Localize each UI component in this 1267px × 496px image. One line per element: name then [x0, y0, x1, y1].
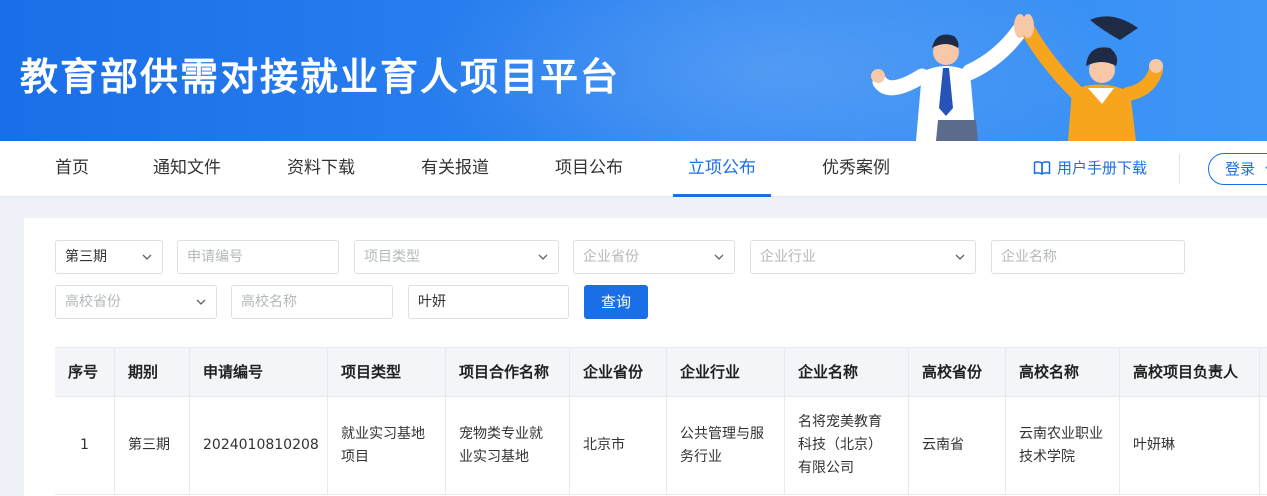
- table-header: 序号 期别 申请编号 项目类型 项目合作名称 企业省份 企业行业 企业名称 高校…: [55, 347, 1267, 397]
- project-type-placeholder: 项目类型: [364, 249, 420, 265]
- cell-school-name: 云南农业职业技术学院: [1006, 397, 1120, 494]
- chevron-down-icon: [714, 254, 724, 260]
- query-button[interactable]: 查询: [584, 285, 648, 319]
- company-name-placeholder: 企业名称: [1001, 249, 1057, 265]
- high-five-illustration: [871, 14, 1163, 141]
- main-nav: 首页 通知文件 资料下载 有关报道 项目公布 立项公布 优秀案例 用户手册下载 …: [0, 141, 1267, 197]
- project-leader-value: 叶妍: [418, 294, 446, 310]
- cell-company-name: 名将宠美教育科技（北京）有限公司: [785, 397, 909, 494]
- content-panel: 第三期 申请编号 项目类型 企业省份 企业行业 企业名称 高校省份 高校名称 叶…: [24, 218, 1267, 496]
- company-industry-placeholder: 企业行业: [760, 249, 816, 265]
- company-province-select[interactable]: 企业省份: [573, 240, 735, 274]
- header-cooperation-name: 项目合作名称: [446, 348, 570, 396]
- header-school-project-leader: 高校项目负责人: [1120, 348, 1260, 396]
- cell-cooperation-name: 宠物类专业就业实习基地: [446, 397, 570, 494]
- user-manual-label: 用户手册下载: [1057, 159, 1148, 177]
- platform-title: 教育部供需对接就业育人项目平台: [20, 55, 621, 99]
- header-project-type: 项目类型: [328, 348, 446, 396]
- company-province-placeholder: 企业省份: [583, 249, 639, 265]
- nav-divider: [1179, 154, 1180, 184]
- cell-index: 1: [55, 397, 115, 494]
- header-company-name: 企业名称: [785, 348, 909, 396]
- header-school-name: 高校名称: [1006, 348, 1120, 396]
- application-number-placeholder: 申请编号: [187, 249, 243, 265]
- project-type-select[interactable]: 项目类型: [354, 240, 559, 274]
- nav-excellent-cases[interactable]: 优秀案例: [822, 141, 890, 197]
- cell-school-project-leader: 叶妍琳: [1120, 397, 1260, 494]
- cell-school-province: 云南省: [909, 397, 1006, 494]
- header-application-number: 申请编号: [190, 348, 328, 396]
- cell-company-province: 北京市: [570, 397, 667, 494]
- header-index: 序号: [55, 348, 115, 396]
- header-period: 期别: [115, 348, 190, 396]
- nav-notices[interactable]: 通知文件: [153, 141, 221, 197]
- application-number-input[interactable]: 申请编号: [177, 240, 339, 274]
- cell-company-industry: 公共管理与服务行业: [667, 397, 785, 494]
- school-name-placeholder: 高校名称: [241, 294, 297, 310]
- user-manual-download-link[interactable]: 用户手册下载: [1033, 141, 1147, 197]
- project-leader-input[interactable]: 叶妍: [408, 285, 569, 319]
- cell-application-number: 2024010810208: [190, 397, 328, 494]
- school-province-select[interactable]: 高校省份: [55, 285, 217, 319]
- header-company-province: 企业省份: [570, 348, 667, 396]
- cell-project-type: 就业实习基地项目: [328, 397, 446, 494]
- nav-project-announcements[interactable]: 项目公布: [555, 141, 623, 197]
- chevron-down-icon: [538, 254, 548, 260]
- header-school-province: 高校省份: [909, 348, 1006, 396]
- book-icon: [1033, 161, 1051, 175]
- period-select[interactable]: 第三期: [55, 240, 163, 274]
- nav-home[interactable]: 首页: [55, 141, 89, 197]
- chevron-down-icon: [196, 299, 206, 305]
- company-industry-select[interactable]: 企业行业: [750, 240, 976, 274]
- chevron-down-icon: [142, 254, 152, 260]
- school-name-input[interactable]: 高校名称: [231, 285, 393, 319]
- nav-approval-announcements[interactable]: 立项公布: [673, 141, 771, 197]
- cell-period: 第三期: [115, 397, 190, 494]
- login-button[interactable]: 登录: [1208, 153, 1267, 185]
- table-row: 1 第三期 2024010810208 就业实习基地项目 宠物类专业就业实习基地…: [55, 397, 1267, 495]
- nav-reports[interactable]: 有关报道: [421, 141, 489, 197]
- banner: 教育部供需对接就业育人项目平台: [0, 0, 1267, 141]
- period-select-value: 第三期: [65, 249, 107, 265]
- company-name-input[interactable]: 企业名称: [991, 240, 1185, 274]
- nav-downloads[interactable]: 资料下载: [287, 141, 355, 197]
- school-province-placeholder: 高校省份: [65, 294, 121, 310]
- header-company-industry: 企业行业: [667, 348, 785, 396]
- chevron-down-icon: [955, 254, 965, 260]
- login-label: 登录: [1225, 160, 1256, 178]
